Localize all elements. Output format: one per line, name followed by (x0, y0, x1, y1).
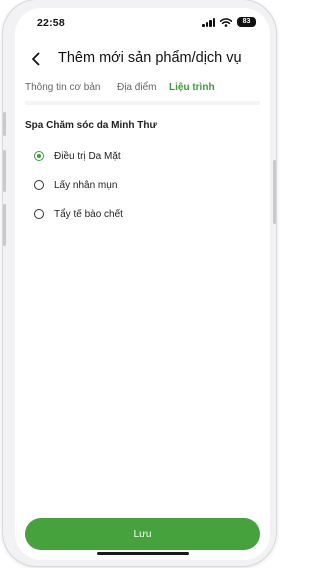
power-button (273, 160, 276, 224)
option-item[interactable]: Điều trị Da Mặt (34, 148, 121, 164)
volume-up-button (3, 150, 6, 192)
radio-checked-icon[interactable] (34, 151, 44, 161)
radio-unchecked-icon[interactable] (34, 180, 44, 190)
battery-icon: 83 (237, 17, 256, 27)
signal-icon (202, 17, 215, 27)
tab-basic-info[interactable]: Thông tin cơ bản (25, 82, 101, 93)
section-title: Spa Chăm sóc da Minh Thư (25, 120, 157, 131)
option-label: Điều trị Da Mặt (54, 150, 121, 162)
tab-divider (25, 101, 260, 105)
radio-unchecked-icon[interactable] (34, 209, 44, 219)
chevron-left-icon[interactable] (27, 50, 45, 68)
screen: 22:58 83 Thêm mới sản phẩm/dịch vụ Thông… (15, 8, 270, 560)
wifi-icon (220, 17, 232, 27)
option-item[interactable]: Lấy nhân mụn (34, 177, 117, 193)
status-bar: 22:58 83 (15, 8, 270, 42)
volume-down-button (3, 204, 6, 246)
home-indicator (97, 552, 189, 555)
status-time: 22:58 (37, 17, 65, 29)
header: Thêm mới sản phẩm/dịch vụ (15, 46, 270, 72)
option-item[interactable]: Tẩy tế bào chết (34, 206, 123, 222)
tab-location[interactable]: Địa điểm (117, 82, 156, 93)
page-title: Thêm mới sản phẩm/dịch vụ (58, 50, 242, 66)
option-label: Tẩy tế bào chết (54, 208, 123, 220)
save-button[interactable]: Lưu (25, 518, 260, 550)
status-icons: 83 (202, 17, 256, 27)
phone-frame: 22:58 83 Thêm mới sản phẩm/dịch vụ Thông… (3, 0, 276, 566)
mute-switch (3, 112, 6, 136)
option-label: Lấy nhân mụn (54, 179, 118, 191)
tab-treatment[interactable]: Liệu trình (169, 82, 215, 93)
